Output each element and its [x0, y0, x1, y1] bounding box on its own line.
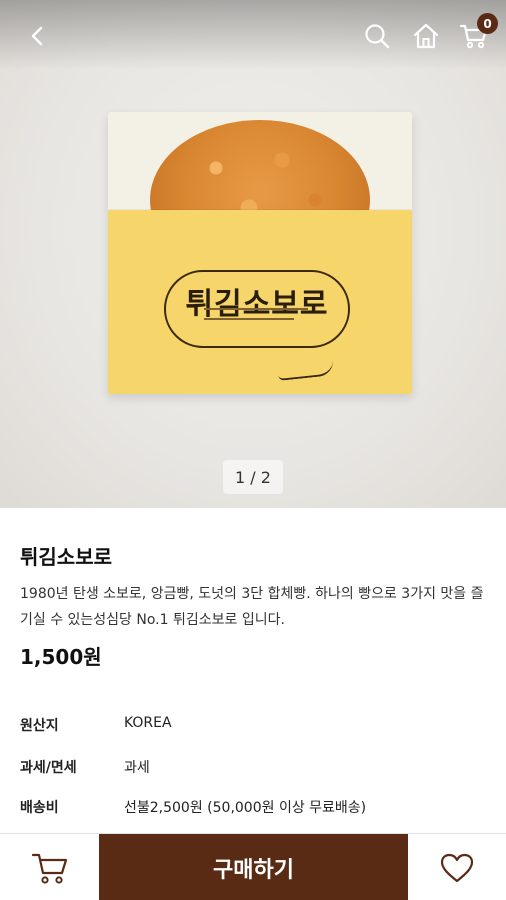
search-button[interactable] — [359, 18, 395, 54]
spec-value: 과세 — [124, 760, 150, 776]
cart-icon — [31, 853, 67, 884]
product-description: 1980년 탄생 소보로, 앙금빵, 도넛의 3단 합체빵. 하나의 빵으로 3… — [20, 586, 484, 628]
top-navigation-bar: 0 — [0, 0, 506, 70]
package-front: 튀김소보로 — [108, 210, 412, 394]
spec-value: KOREA — [124, 715, 172, 731]
spec-label: 배송비 — [20, 800, 59, 816]
package-title: 튀김소보로 — [185, 287, 329, 322]
back-chevron-icon — [31, 26, 43, 46]
search-icon — [365, 24, 390, 49]
home-button[interactable] — [408, 18, 444, 54]
package-text-line — [204, 318, 294, 320]
product-image-gallery[interactable]: 튀김소보로 1 / 2 — [0, 0, 506, 508]
product-image: 튀김소보로 — [108, 112, 412, 394]
spec-label: 원산지 — [20, 718, 59, 734]
wishlist-button[interactable] — [408, 834, 506, 900]
buy-button[interactable]: 구매하기 — [99, 834, 408, 900]
cart-count-badge: 0 — [477, 13, 498, 34]
spec-label: 과세/면세 — [20, 760, 77, 776]
spec-value: 선불2,500원 (50,000원 이상 무료배송) — [124, 800, 367, 816]
home-icon — [413, 23, 439, 49]
product-name: 튀김소보로 — [20, 545, 112, 569]
add-to-cart-button[interactable] — [0, 834, 99, 900]
product-price: 1,500원 — [20, 645, 102, 669]
image-pager: 1 / 2 — [223, 460, 283, 494]
package-text-line — [204, 308, 308, 310]
heart-icon — [440, 853, 474, 882]
back-button[interactable] — [20, 18, 56, 54]
bottom-action-bar: 구매하기 — [0, 833, 506, 900]
